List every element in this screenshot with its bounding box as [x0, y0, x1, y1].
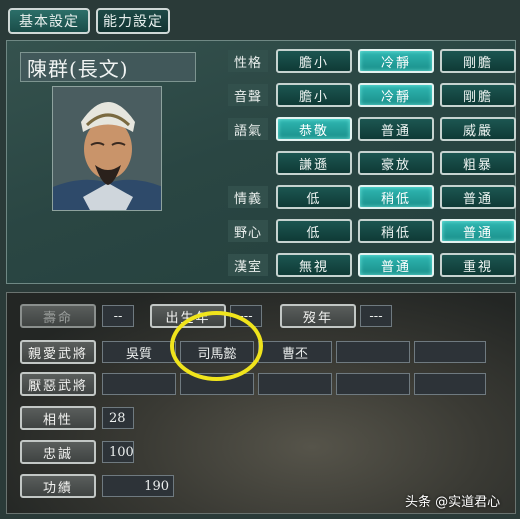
- highlight-circle: [170, 311, 263, 381]
- favored-general-5[interactable]: [414, 341, 486, 363]
- loyalty-sense-option-1[interactable]: 低: [276, 185, 352, 209]
- officer-name: 陳群(長文): [20, 52, 196, 82]
- loyalty-value: 100: [102, 441, 134, 463]
- trait-label-personality: 性格: [228, 50, 268, 72]
- disliked-general-3[interactable]: [258, 373, 332, 395]
- loyalty-button[interactable]: 忠誠: [20, 440, 96, 464]
- tone-option-1[interactable]: 恭敬: [276, 117, 352, 141]
- tone-option-2[interactable]: 普通: [358, 117, 434, 141]
- ambition-option-2[interactable]: 稍低: [358, 219, 434, 243]
- trait-label-ambition: 野心: [228, 220, 268, 242]
- ambition-option-3[interactable]: 普通: [440, 219, 516, 243]
- favored-general-4[interactable]: [336, 341, 410, 363]
- lifespan-value: --: [102, 305, 134, 327]
- personality-option-3[interactable]: 剛膽: [440, 49, 516, 73]
- trait-label-voice: 音聲: [228, 84, 268, 106]
- voice-option-2[interactable]: 冷靜: [358, 83, 434, 107]
- han-court-option-2[interactable]: 普通: [358, 253, 434, 277]
- han-court-option-1[interactable]: 無視: [276, 253, 352, 277]
- merit-value: 190: [102, 475, 174, 497]
- tone-option-5[interactable]: 豪放: [358, 151, 434, 175]
- personality-option-1[interactable]: 膽小: [276, 49, 352, 73]
- tone-option-3[interactable]: 威嚴: [440, 117, 516, 141]
- lifespan-button[interactable]: 壽命: [20, 304, 96, 328]
- favored-generals-button[interactable]: 親愛武將: [20, 340, 96, 364]
- portrait-image: [53, 87, 161, 210]
- disliked-generals-button[interactable]: 厭惡武將: [20, 372, 96, 396]
- voice-option-1[interactable]: 膽小: [276, 83, 352, 107]
- death-year-value: ---: [360, 305, 392, 327]
- loyalty-sense-option-2[interactable]: 稍低: [358, 185, 434, 209]
- disliked-general-5[interactable]: [414, 373, 486, 395]
- loyalty-sense-option-3[interactable]: 普通: [440, 185, 516, 209]
- compatibility-button[interactable]: 相性: [20, 406, 96, 430]
- officer-portrait: [52, 86, 162, 211]
- tab-basic-settings[interactable]: 基本設定: [8, 8, 90, 34]
- ambition-option-1[interactable]: 低: [276, 219, 352, 243]
- tone-option-6[interactable]: 粗暴: [440, 151, 516, 175]
- death-year-button[interactable]: 歿年: [280, 304, 356, 328]
- merit-button[interactable]: 功績: [20, 474, 96, 498]
- favored-general-1[interactable]: 吳質: [102, 341, 176, 363]
- disliked-general-4[interactable]: [336, 373, 410, 395]
- disliked-general-1[interactable]: [102, 373, 176, 395]
- voice-option-3[interactable]: 剛膽: [440, 83, 516, 107]
- trait-label-tone: 語氣: [228, 118, 268, 140]
- trait-label-han-court: 漢室: [228, 254, 268, 276]
- han-court-option-3[interactable]: 重視: [440, 253, 516, 277]
- tab-ability-settings[interactable]: 能力設定: [96, 8, 170, 34]
- tone-option-4[interactable]: 謙遜: [276, 151, 352, 175]
- trait-label-loyalty-sense: 情義: [228, 186, 268, 208]
- watermark: 头条 @实道君心: [405, 494, 501, 510]
- favored-general-3[interactable]: 曹丕: [258, 341, 332, 363]
- compatibility-value: 28: [102, 407, 134, 429]
- personality-option-2[interactable]: 冷靜: [358, 49, 434, 73]
